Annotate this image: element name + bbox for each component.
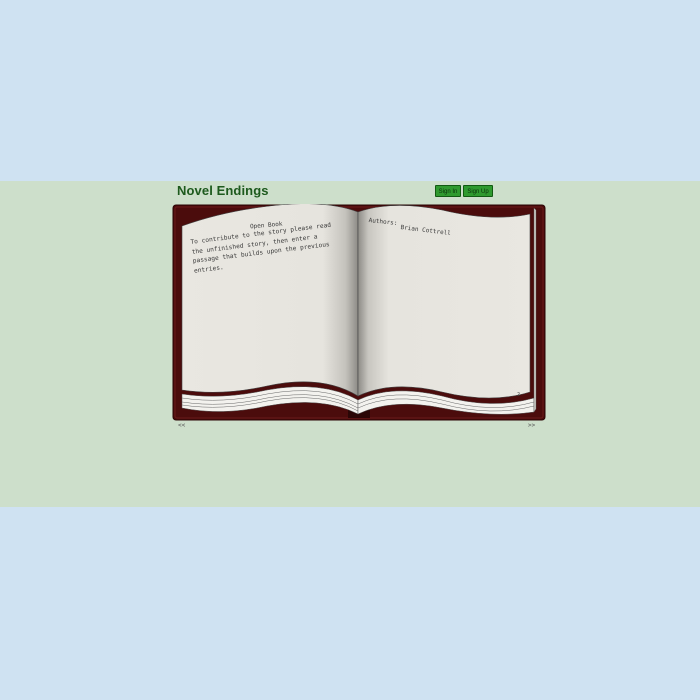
page-number: 2 <box>517 392 521 398</box>
site-title[interactable]: Novel Endings <box>177 183 269 198</box>
sign-in-button[interactable]: Sign In <box>435 185 461 197</box>
next-page-link[interactable]: >> <box>528 422 535 429</box>
previous-page-link[interactable]: << <box>178 422 185 429</box>
sign-up-button[interactable]: Sign Up <box>463 185 493 197</box>
